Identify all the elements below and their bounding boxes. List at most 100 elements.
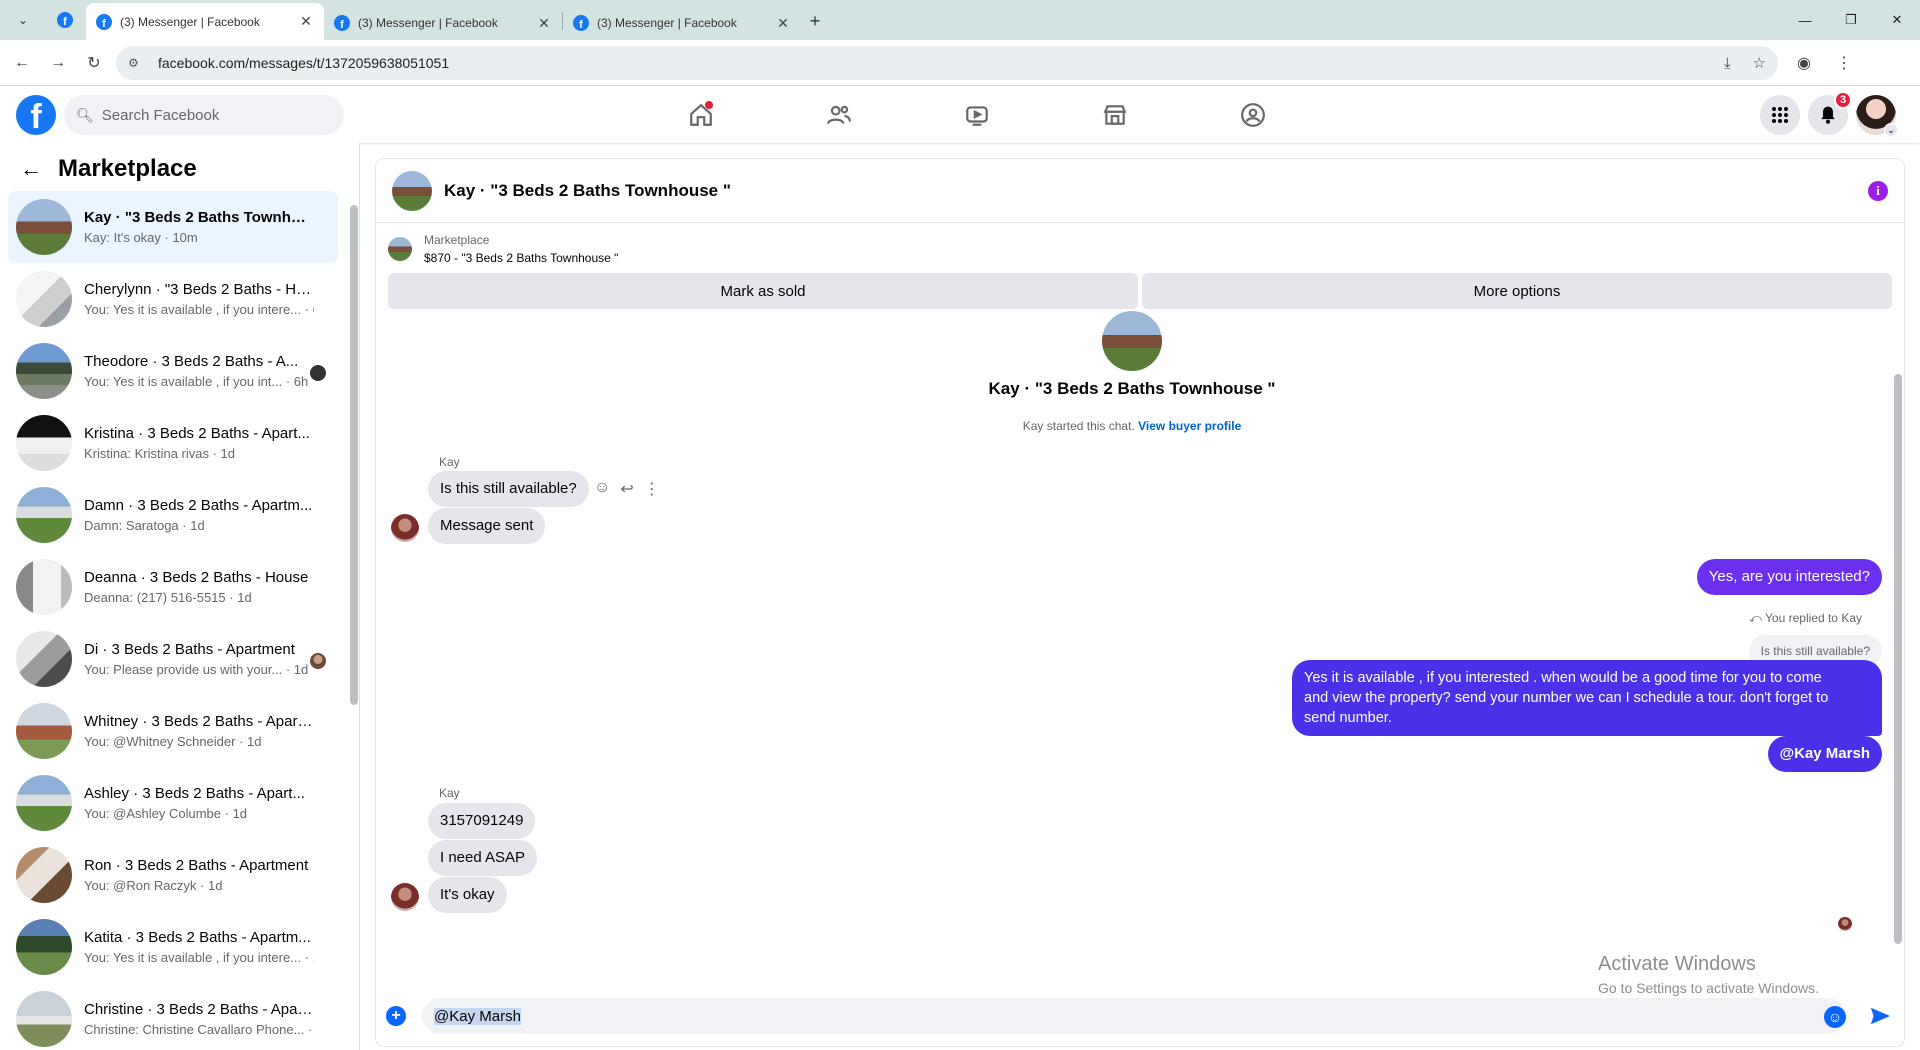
message-thread: Kay · "3 Beds 2 Baths Townhouse " Kay st… [376,311,1888,949]
started-text: Kay started this chat. [1022,419,1135,433]
send-icon[interactable] [1866,1002,1894,1030]
mark-as-sold-button[interactable]: Mark as sold [388,273,1138,309]
chat-panel: Kay · "3 Beds 2 Baths Townhouse " i Mark… [376,159,1904,1046]
conversation-item[interactable]: Di · 3 Beds 2 Baths - Apartment You: Plea… [8,623,338,695]
scrollbar-thumb[interactable] [350,205,358,705]
conversation-item[interactable]: Kristina · 3 Beds 2 Baths - Apart... Kris… [8,407,338,479]
outgoing-mention[interactable]: @Kay Marsh [1767,736,1882,772]
sidebar-scrollbar[interactable] [350,193,358,1043]
message-input[interactable]: @Kay Marsh [422,998,1846,1034]
incoming-message[interactable]: Is this still available? [428,471,589,507]
message-line: and view the property? send your number … [1304,690,1829,706]
conversation-item[interactable]: Damn · 3 Beds 2 Baths - Apartm... Damn: S… [8,479,338,551]
chat-avatar[interactable] [392,170,432,211]
conversation-name: Deanna · 3 Beds 2 Baths - House [84,569,309,586]
minimize-icon[interactable]: — [1782,0,1828,40]
emoji-icon[interactable]: ☺ [1824,1006,1846,1028]
conversation-thumbnail [16,919,72,975]
browser-tab-2[interactable]: f (3) Messenger | Facebook ✕ [324,6,562,40]
incoming-message[interactable]: I need ASAP [428,840,538,876]
browser-menu-icon[interactable]: ⋮ [1830,49,1858,77]
intro-avatar[interactable] [1102,311,1162,371]
sender-avatar[interactable] [391,514,419,542]
conversation-item[interactable]: Theodore · 3 Beds 2 Baths - A... You: Yes… [8,335,338,407]
back-arrow-icon[interactable]: ← [20,156,42,182]
reload-icon[interactable]: ↻ [80,49,108,77]
close-tab-icon[interactable]: ✕ [775,15,791,32]
menu-grid-icon[interactable] [1760,95,1800,135]
outgoing-message-long[interactable]: Yes it is available , if you interested … [1292,660,1882,736]
browser-tab-1[interactable]: f (3) Messenger | Facebook ✕ [86,3,324,40]
close-window-icon[interactable]: ✕ [1874,0,1920,40]
tab-search-button[interactable]: ⌄ [6,3,40,37]
pinned-tab-facebook[interactable]: f [44,3,86,37]
listing-thumbnail[interactable] [388,237,412,261]
message-line: Yes it is available , if you interested … [1304,670,1822,686]
conversation-preview: You: Yes it is available , if you intere… [84,302,314,317]
incoming-message[interactable]: It's okay [428,877,507,913]
browser-tab-3[interactable]: f (3) Messenger | Facebook ✕ [563,6,801,40]
outgoing-message[interactable]: Yes, are you interested? [1696,559,1882,595]
incoming-message[interactable]: 3157091249 [428,803,536,839]
react-emoji-icon[interactable]: ☺ [594,479,610,499]
facebook-logo[interactable]: f [16,95,56,135]
friends-icon[interactable] [770,87,908,143]
conversation-item[interactable]: Cherylynn · "3 Beds 2 Baths - Ho... You: … [8,263,338,335]
conversation-item[interactable]: Whitney · 3 Beds 2 Baths - Apart... You: … [8,695,338,767]
reply-icon[interactable]: ↩ [620,479,633,499]
info-icon[interactable]: i [1868,181,1888,201]
conversation-name: Kay · "3 Beds 2 Baths Townhouse " [84,209,314,226]
browser-profile-icon[interactable]: ◉ [1790,49,1818,77]
incoming-message[interactable]: Message sent [428,508,546,544]
conversation-thumbnail [16,847,72,903]
site-info-icon[interactable]: ⚙ [128,56,146,70]
chat-intro: Kay · "3 Beds 2 Baths Townhouse " [376,311,1888,399]
video-icon[interactable] [908,87,1046,143]
restore-icon[interactable]: ❐ [1828,0,1874,40]
install-app-icon[interactable]: ⤓ [1724,55,1731,72]
facebook-favicon: f [57,12,73,28]
conversation-thumbnail [16,199,72,255]
conversation-item[interactable]: Deanna · 3 Beds 2 Baths - House Deanna: (… [8,551,338,623]
account-avatar[interactable]: ⌄ [1856,95,1898,137]
sidebar-header: ← Marketplace [20,155,197,183]
conversation-item[interactable]: Ron · 3 Beds 2 Baths - Apartment You: @Ro… [8,839,338,911]
conversation-name: Di · 3 Beds 2 Baths - Apartment [84,641,295,658]
facebook-favicon: f [334,15,350,31]
conversation-item[interactable]: Christine · 3 Beds 2 Baths - Apar... Chri… [8,983,338,1050]
home-icon[interactable] [632,87,770,143]
sender-label: Kay [439,786,460,800]
facebook-favicon: f [573,15,589,31]
more-icon[interactable]: ⋮ [644,479,660,499]
conversation-item[interactable]: Katita · 3 Beds 2 Baths - Apartm... You: … [8,911,338,983]
listing-title[interactable]: $870 - "3 Beds 2 Baths Townhouse " [424,249,618,267]
conversation-item[interactable]: Ashley · 3 Beds 2 Baths - Apart... You: @… [8,767,338,839]
conversation-thumbnail [16,991,72,1047]
conversation-list: Kay · "3 Beds 2 Baths Townhouse " Kay: It… [8,191,338,1050]
conversation-item[interactable]: Kay · "3 Beds 2 Baths Townhouse " Kay: It… [8,191,338,263]
url-input[interactable]: ⚙ facebook.com/messages/t/13720596380510… [116,45,1778,80]
search-input[interactable]: 🔍︎ Search Facebook [64,95,344,135]
read-receipt-avatar [1838,917,1852,931]
conversation-preview: You: Yes it is available , if you intere… [84,950,314,965]
thread-scrollbar[interactable] [1892,319,1904,959]
forward-arrow-icon[interactable]: → [44,49,72,77]
chat-title[interactable]: Kay · "3 Beds 2 Baths Townhouse " [444,181,731,201]
conversation-name: Katita · 3 Beds 2 Baths - Apartm... [84,929,311,946]
plus-icon[interactable]: + [386,1006,406,1026]
new-tab-button[interactable]: + [801,4,829,38]
marketplace-icon[interactable] [1046,87,1184,143]
notifications-bell-icon[interactable]: 3 [1808,91,1852,135]
back-arrow-icon[interactable]: ← [8,49,36,77]
more-options-button[interactable]: More options [1142,273,1892,309]
replied-note: ⤺ You replied to Kay [1749,611,1862,625]
bookmark-star-icon[interactable]: ☆ [1753,55,1766,72]
scrollbar-thumb[interactable] [1894,374,1902,944]
message-tools: ☺ ↩ ⋮ [594,479,660,499]
close-tab-icon[interactable]: ✕ [536,15,552,32]
sender-avatar[interactable] [391,883,419,911]
close-tab-icon[interactable]: ✕ [298,13,314,30]
groups-icon[interactable] [1184,87,1322,143]
chat-header: Kay · "3 Beds 2 Baths Townhouse " i [376,159,1904,223]
view-buyer-profile-link[interactable]: View buyer profile [1138,419,1241,433]
